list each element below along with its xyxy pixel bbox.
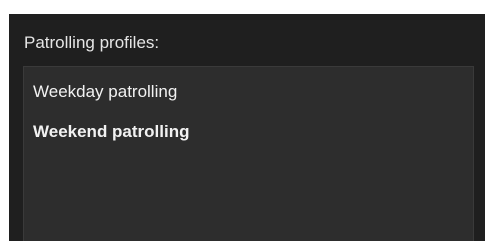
patrolling-profiles-list[interactable]: Weekday patrolling Weekend patrolling [23, 66, 474, 241]
list-item-weekend-patrolling[interactable]: Weekend patrolling [33, 121, 190, 143]
list-item-weekday-patrolling[interactable]: Weekday patrolling [33, 81, 177, 103]
patrolling-profiles-label: Patrolling profiles: [24, 33, 160, 52]
